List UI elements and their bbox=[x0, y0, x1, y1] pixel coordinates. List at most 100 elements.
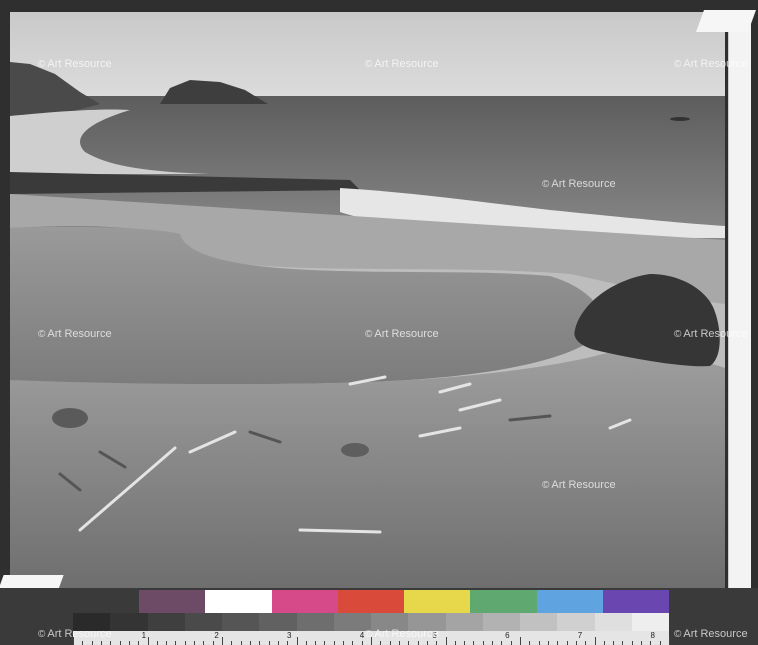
ruler-tick bbox=[352, 641, 354, 645]
color-swatch bbox=[536, 590, 603, 613]
ruler-tick bbox=[641, 641, 643, 645]
ruler-tick bbox=[287, 641, 289, 645]
ruler-tick bbox=[277, 641, 279, 645]
gray-swatch bbox=[445, 613, 483, 631]
color-swatch bbox=[73, 590, 140, 613]
ruler-tick bbox=[361, 641, 363, 645]
ruler-number: 4 bbox=[359, 631, 365, 640]
gray-swatch bbox=[594, 613, 632, 631]
ruler-tick bbox=[436, 641, 438, 645]
ruler-tick bbox=[529, 641, 531, 645]
ruler-number: 2 bbox=[214, 631, 219, 640]
color-swatch bbox=[404, 590, 471, 613]
mount-edge bbox=[728, 10, 751, 612]
beach bbox=[10, 352, 725, 590]
watermark: © Art Resource bbox=[365, 328, 439, 340]
beach-rock bbox=[341, 443, 369, 457]
color-chart bbox=[73, 590, 669, 613]
ruler-tick bbox=[240, 641, 242, 645]
ruler-tick bbox=[454, 641, 456, 645]
watermark: © Art Resource bbox=[674, 328, 748, 340]
beach-rock bbox=[52, 408, 88, 428]
ruler-tick bbox=[566, 641, 568, 645]
ruler-number: 6 bbox=[505, 631, 510, 640]
ruler-tick bbox=[557, 641, 559, 645]
ruler-tick bbox=[547, 641, 549, 645]
color-swatch bbox=[139, 590, 206, 613]
ruler-tick bbox=[175, 641, 177, 645]
ruler-tick bbox=[119, 641, 121, 645]
ruler-tick bbox=[669, 637, 670, 645]
ruler-tick bbox=[296, 637, 298, 645]
ruler-tick bbox=[510, 641, 512, 645]
ruler-tick bbox=[166, 641, 168, 645]
ruler-tick bbox=[594, 637, 596, 645]
watermark: © Art Resource bbox=[542, 178, 616, 190]
ruler-tick bbox=[324, 641, 326, 645]
ruler-tick bbox=[203, 641, 205, 645]
ruler-tick bbox=[138, 641, 140, 645]
ruler-number: 1 bbox=[141, 631, 147, 640]
watermark: © Art Resource bbox=[674, 628, 748, 640]
ruler-tick bbox=[398, 641, 400, 645]
ruler-tick bbox=[268, 641, 270, 645]
gray-swatch bbox=[110, 613, 148, 631]
watermark: © Art Resource bbox=[542, 479, 616, 491]
ruler-tick bbox=[184, 641, 186, 645]
gray-swatch bbox=[184, 613, 222, 631]
sky bbox=[10, 12, 725, 100]
ruler-tick bbox=[82, 641, 84, 645]
ruler-tick bbox=[147, 637, 149, 645]
color-swatch bbox=[271, 590, 338, 613]
landscape-photo bbox=[10, 12, 725, 590]
photo-viewer: 12345678 © Art Resource © Art Resource © Ar… bbox=[0, 0, 758, 645]
photo-corner bbox=[695, 10, 757, 32]
watermark: © Art Resource bbox=[365, 58, 439, 70]
ruler-tick bbox=[305, 641, 307, 645]
watermark: © Art Resource bbox=[674, 58, 748, 70]
gray-swatch bbox=[147, 613, 185, 631]
ruler-tick bbox=[492, 641, 494, 645]
color-swatch bbox=[205, 590, 272, 613]
ruler-number: 7 bbox=[577, 631, 583, 640]
ruler-tick bbox=[259, 641, 261, 645]
ruler-tick bbox=[212, 641, 214, 645]
ruler-tick bbox=[445, 637, 447, 645]
ruler-tick bbox=[389, 641, 391, 645]
ruler-tick bbox=[249, 641, 251, 645]
ruler-tick bbox=[473, 641, 475, 645]
watermark: © Art Resource bbox=[38, 628, 112, 640]
ruler-tick bbox=[464, 641, 466, 645]
ruler-tick bbox=[426, 641, 428, 645]
gray-swatch bbox=[296, 613, 334, 631]
gray-swatch bbox=[482, 613, 520, 631]
ruler-tick bbox=[100, 641, 102, 645]
ruler-tick bbox=[417, 641, 419, 645]
ruler-tick bbox=[333, 641, 335, 645]
ruler-tick bbox=[91, 641, 93, 645]
ruler-tick bbox=[222, 637, 223, 645]
ruler-tick bbox=[650, 641, 652, 645]
ruler-tick bbox=[501, 641, 503, 645]
photo-scene bbox=[10, 12, 725, 590]
gray-swatch bbox=[631, 613, 669, 631]
ruler-tick bbox=[231, 641, 233, 645]
ruler-tick bbox=[659, 641, 661, 645]
gray-swatch bbox=[520, 613, 558, 631]
far-rock bbox=[670, 117, 690, 121]
gray-swatch bbox=[222, 613, 260, 631]
gray-swatch bbox=[557, 613, 595, 631]
ruler-tick bbox=[380, 641, 382, 645]
color-swatch bbox=[470, 590, 537, 613]
watermark: © Art Resource bbox=[38, 58, 112, 70]
ruler-number: 3 bbox=[287, 631, 292, 640]
ruler-tick bbox=[408, 641, 410, 645]
ruler-tick bbox=[622, 641, 624, 645]
ruler-tick bbox=[110, 641, 112, 645]
gray-swatch bbox=[259, 613, 297, 631]
ruler-number: 8 bbox=[650, 631, 655, 640]
ruler-tick bbox=[631, 641, 633, 645]
ruler-tick bbox=[585, 641, 587, 645]
ruler-tick bbox=[128, 641, 130, 645]
ruler-tick bbox=[613, 641, 615, 645]
